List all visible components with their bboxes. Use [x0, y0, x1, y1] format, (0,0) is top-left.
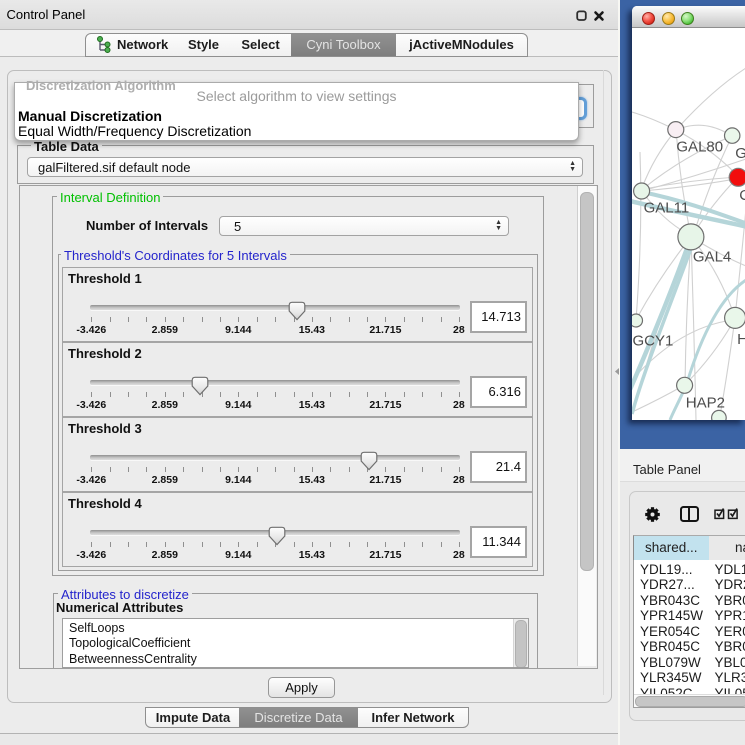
svg-text:HI: HI [737, 331, 745, 348]
svg-text:GA: GA [735, 145, 745, 162]
svg-text:CY: CY [739, 187, 745, 204]
svg-text:GAL11: GAL11 [643, 200, 689, 217]
svg-text:HAP2: HAP2 [685, 394, 724, 411]
svg-text:GCY1: GCY1 [632, 333, 673, 350]
svg-text:GAL80: GAL80 [676, 139, 723, 156]
svg-text:GAL4: GAL4 [692, 249, 730, 266]
